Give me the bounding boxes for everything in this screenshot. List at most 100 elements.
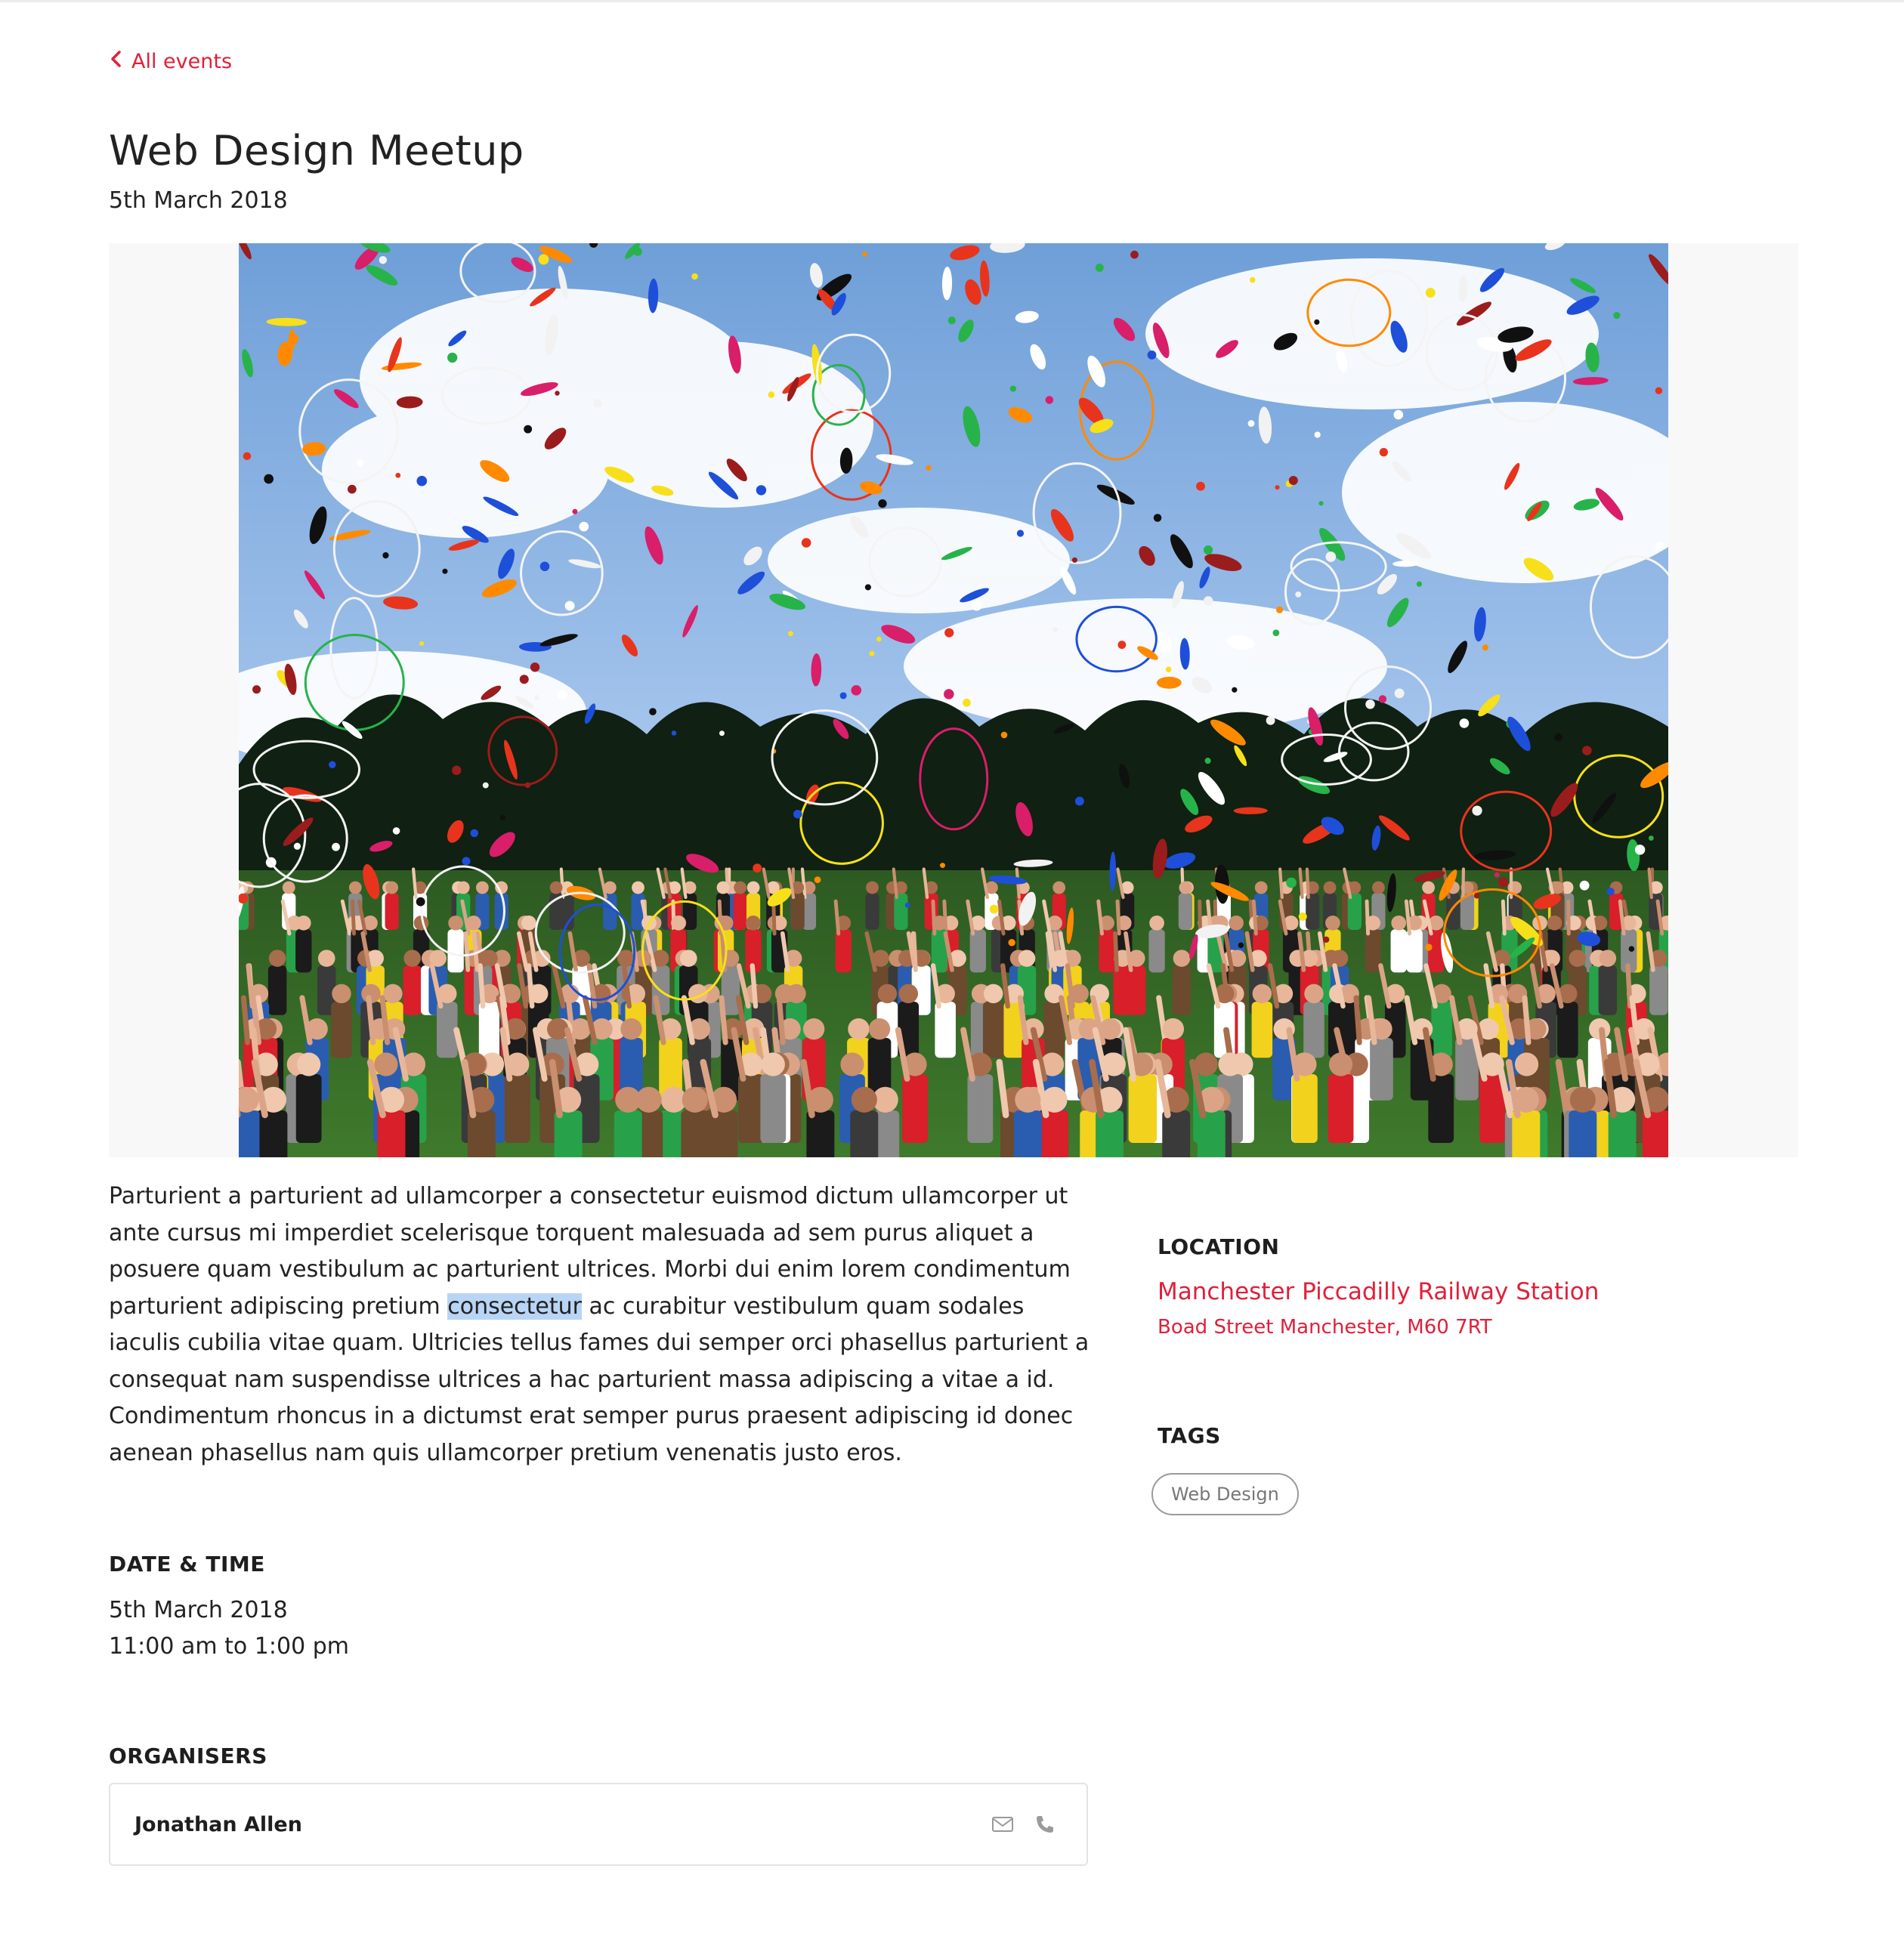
photo-prop — [1238, 942, 1244, 948]
photo-prop — [963, 698, 971, 707]
photo-person-arm — [1115, 899, 1121, 936]
photo-prop — [1394, 688, 1405, 699]
photo-prop — [864, 584, 871, 591]
photo-prop — [452, 765, 462, 775]
photo-prop — [1613, 312, 1621, 320]
photo-prop — [1071, 557, 1077, 563]
photo-prop — [1314, 431, 1321, 438]
photo-person-head — [1328, 1052, 1353, 1076]
photo-person-body — [982, 1002, 1004, 1058]
photo-person-head — [615, 1086, 641, 1113]
photo-prop — [1095, 263, 1104, 272]
photo-prop — [1272, 629, 1280, 637]
photo-prop — [633, 247, 642, 256]
event-hero-image — [239, 243, 1668, 1157]
photo-prop — [530, 662, 540, 672]
photo-person-arm — [931, 899, 937, 936]
photo-prop — [940, 863, 946, 869]
photo-person-arm — [911, 931, 918, 972]
photo-person-head — [761, 1052, 785, 1076]
photo-prop — [1365, 700, 1375, 709]
envelope-icon[interactable] — [991, 1813, 1014, 1836]
photo-person-body — [902, 1074, 928, 1143]
photo-prop — [1266, 715, 1275, 725]
photo-person-body — [295, 929, 312, 973]
photo-person-body — [1303, 1002, 1324, 1058]
photo-person-head — [1372, 881, 1385, 894]
photo-person-body — [1428, 1074, 1454, 1143]
photo-prop — [793, 809, 802, 819]
photo-prop — [926, 465, 932, 471]
photo-prop — [719, 730, 725, 737]
event-description: Parturient a parturient ad ullamcorper a… — [109, 1178, 1091, 1472]
photo-prop — [1498, 877, 1509, 888]
photo-prop — [332, 842, 340, 851]
photo-person-arm — [1298, 867, 1304, 900]
back-link[interactable]: All events — [109, 50, 232, 73]
photo-prop — [756, 485, 767, 496]
photo-person-head — [1599, 950, 1617, 967]
photo-prop — [1286, 877, 1297, 888]
photo-person-head — [521, 915, 536, 931]
photo-prop — [1275, 485, 1280, 490]
photo-prop — [442, 568, 448, 574]
photo-prop — [1472, 805, 1482, 816]
photo-prop — [534, 695, 539, 700]
photo-person-body — [1127, 965, 1146, 1015]
photo-person-head — [1569, 950, 1587, 967]
photo-person-head — [851, 1086, 877, 1113]
photo-prop — [395, 472, 401, 478]
photo-person-body — [1099, 929, 1115, 973]
photo-prop — [1247, 420, 1255, 427]
photo-prop — [572, 508, 578, 514]
location-name-link[interactable]: Manchester Piccadilly Railway Station — [1158, 1278, 1599, 1305]
photo-prop — [1606, 888, 1615, 896]
organisers-heading: ORGANISERS — [109, 1743, 267, 1768]
photo-person-arm — [351, 899, 356, 936]
photo-person-head — [1015, 1086, 1041, 1113]
photo-prop — [869, 650, 875, 656]
photo-person-head — [671, 915, 686, 931]
photo-person-body — [295, 1074, 322, 1143]
photo-prop — [1052, 626, 1059, 632]
photo-person-arm — [1113, 931, 1119, 972]
photo-person-head — [374, 1052, 398, 1076]
location-heading: LOCATION — [1158, 1234, 1280, 1259]
photo-prop — [555, 391, 560, 396]
photo-prop — [579, 521, 589, 532]
photo-prop — [671, 730, 677, 736]
photo-prop — [519, 675, 529, 684]
photo-person-body — [1172, 965, 1192, 1015]
photo-prop — [499, 814, 505, 820]
photo-person-body — [478, 1002, 500, 1058]
photo-prop — [524, 782, 531, 789]
photo-prop — [1204, 758, 1211, 764]
photo-person-head — [1422, 881, 1435, 894]
photo-prop — [691, 273, 698, 280]
photo-prop — [252, 685, 261, 694]
photo-person-body — [385, 893, 399, 930]
photo-prop — [289, 334, 299, 344]
datetime-date: 5th March 2018 — [109, 1597, 288, 1623]
photo-prop — [1074, 796, 1084, 806]
photo-person-head — [877, 984, 898, 1004]
photo-prop — [462, 857, 471, 866]
tag-web-design[interactable]: Web Design — [1151, 1473, 1299, 1515]
phone-icon[interactable] — [1034, 1813, 1056, 1836]
photo-person-head — [1323, 881, 1337, 894]
photo-person-arm — [776, 995, 786, 1045]
organiser-card: Jonathan Allen — [109, 1783, 1088, 1866]
photo-person-body — [967, 1074, 994, 1143]
photo-person-body — [1390, 929, 1407, 973]
photo-prop — [524, 425, 533, 434]
photo-person-arm — [942, 899, 948, 936]
page-title: Web Design Meetup — [109, 127, 524, 174]
photo-person-head — [620, 1018, 642, 1040]
photo-person-body — [681, 1110, 709, 1157]
datetime-time: 11:00 am to 1:00 pm — [109, 1633, 349, 1660]
organiser-name: Jonathan Allen — [134, 1812, 302, 1836]
photo-person-body — [1598, 965, 1618, 1015]
photo-person-body — [865, 893, 879, 930]
photo-prop — [416, 475, 428, 486]
top-border — [0, 0, 1904, 2]
